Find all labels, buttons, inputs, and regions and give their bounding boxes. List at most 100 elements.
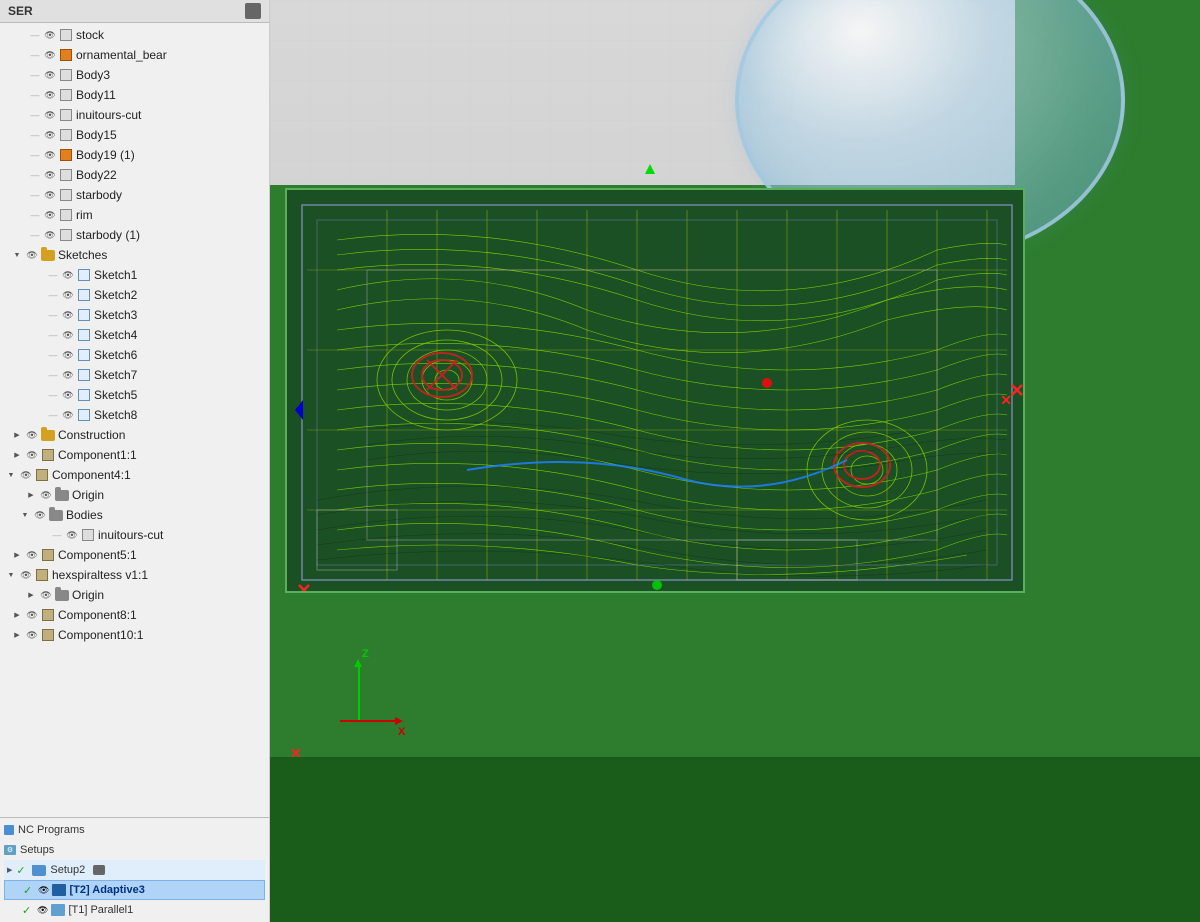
tree-item-sketch2[interactable]: Sketch2 (0, 285, 269, 305)
tree-item-sketch7[interactable]: Sketch7 (0, 365, 269, 385)
eye-sketches[interactable] (24, 247, 40, 263)
eye-sketch3[interactable] (60, 307, 76, 323)
tree-item-component4-1[interactable]: Component4:1 (0, 465, 269, 485)
tree-item-bodies[interactable]: Bodies (0, 505, 269, 525)
label-body11: Body11 (76, 88, 116, 102)
eye-sketch6[interactable] (60, 347, 76, 363)
expand-comp8[interactable] (10, 608, 24, 622)
icon-starbody (58, 187, 74, 203)
eye-hex[interactable] (18, 567, 34, 583)
adaptive3-row[interactable]: ✓ 👁 [T2] Adaptive3 (4, 880, 265, 900)
expand-hex[interactable] (4, 568, 18, 582)
eye-body22[interactable] (42, 167, 58, 183)
eye-construction[interactable] (24, 427, 40, 443)
eye-comp4[interactable] (18, 467, 34, 483)
tree-item-sketch4[interactable]: Sketch4 (0, 325, 269, 345)
tree-item-construction[interactable]: Construction (0, 425, 269, 445)
eye-starbody[interactable] (42, 187, 58, 203)
eye-ornamental[interactable] (42, 47, 58, 63)
expand-sketch5 (46, 388, 60, 402)
tree-item-inuitours-cut[interactable]: inuitours-cut (0, 105, 269, 125)
tree-item-rim[interactable]: rim (0, 205, 269, 225)
eye-body19[interactable] (42, 147, 58, 163)
expand-origin1[interactable] (24, 488, 38, 502)
expand-origin2[interactable] (24, 588, 38, 602)
panel-icon[interactable] (245, 3, 261, 19)
expand-construction[interactable] (10, 428, 24, 442)
tree-item-stock[interactable]: stock (0, 25, 269, 45)
expand-comp5[interactable] (10, 548, 24, 562)
tree-item-component10-1[interactable]: Component10:1 (0, 625, 269, 645)
eye-stock[interactable] (42, 27, 58, 43)
tree-item-origin2[interactable]: Origin (0, 585, 269, 605)
tree-item-inuitours-cut2[interactable]: inuitours-cut (0, 525, 269, 545)
label-inuitours: inuitours-cut (76, 108, 141, 122)
eye-comp8[interactable] (24, 607, 40, 623)
eye-sketch7[interactable] (60, 367, 76, 383)
eye-adaptive[interactable]: 👁 (38, 885, 49, 896)
tree-item-starbody[interactable]: starbody (0, 185, 269, 205)
expand-inuitours2 (50, 528, 64, 542)
viewport[interactable]: Z X ✕ ✕ (270, 0, 1200, 922)
eye-body11[interactable] (42, 87, 58, 103)
eye-comp1[interactable] (24, 447, 40, 463)
eye-origin2[interactable] (38, 587, 54, 603)
eye-sketch2[interactable] (60, 287, 76, 303)
tree-item-sketch8[interactable]: Sketch8 (0, 405, 269, 425)
setup2-row[interactable]: ▶ ✓ Setup2 (4, 860, 265, 880)
tree-item-starbody1[interactable]: starbody (1) (0, 225, 269, 245)
eye-sketch5[interactable] (60, 387, 76, 403)
tree-item-component1-1[interactable]: Component1:1 (0, 445, 269, 465)
setup2-expand[interactable]: ▶ (7, 866, 12, 874)
icon-comp5 (40, 547, 56, 563)
tree-item-body11[interactable]: Body11 (0, 85, 269, 105)
expand-ornamental (28, 48, 42, 62)
expand-bodies[interactable] (18, 508, 32, 522)
eye-rim[interactable] (42, 207, 58, 223)
tree-item-component5-1[interactable]: Component5:1 (0, 545, 269, 565)
label-comp1: Component1:1 (58, 448, 137, 462)
eye-sketch1[interactable] (60, 267, 76, 283)
expand-sketches[interactable] (10, 248, 24, 262)
tree-item-sketch1[interactable]: Sketch1 (0, 265, 269, 285)
eye-inuitours[interactable] (42, 107, 58, 123)
z-arrow (354, 659, 362, 667)
green-up-arrow (645, 164, 655, 174)
expand-comp4[interactable] (4, 468, 18, 482)
tree-item-body22[interactable]: Body22 (0, 165, 269, 185)
tree-item-sketch3[interactable]: Sketch3 (0, 305, 269, 325)
eye-sketch8[interactable] (60, 407, 76, 423)
tree-item-body19[interactable]: Body19 (1) (0, 145, 269, 165)
eye-bodies[interactable] (32, 507, 48, 523)
parallel1-row[interactable]: ✓ 👁 [T1] Parallel1 (4, 900, 265, 920)
icon-sketch2 (76, 287, 92, 303)
eye-sketch4[interactable] (60, 327, 76, 343)
icon-origin1 (54, 487, 70, 503)
nc-icon (4, 825, 14, 835)
tree-item-component8-1[interactable]: Component8:1 (0, 605, 269, 625)
eye-comp10[interactable] (24, 627, 40, 643)
tree-item-ornamental-bear[interactable]: ornamental_bear (0, 45, 269, 65)
tree-item-hexspiraltess[interactable]: hexspiraltess v1:1 (0, 565, 269, 585)
expand-comp1[interactable] (10, 448, 24, 462)
eye-body15[interactable] (42, 127, 58, 143)
icon-stock (58, 27, 74, 43)
eye-inuitours2[interactable] (64, 527, 80, 543)
eye-starbody1[interactable] (42, 227, 58, 243)
tree-item-sketch5[interactable]: Sketch5 (0, 385, 269, 405)
expand-body11 (28, 88, 42, 102)
tree-item-origin1[interactable]: Origin (0, 485, 269, 505)
eye-comp5[interactable] (24, 547, 40, 563)
tree-item-body3[interactable]: Body3 (0, 65, 269, 85)
z-axis-label: Z (362, 648, 369, 660)
tree-item-sketch6[interactable]: Sketch6 (0, 345, 269, 365)
icon-sketches-folder (40, 247, 56, 263)
eye-body3[interactable] (42, 67, 58, 83)
expand-comp10[interactable] (10, 628, 24, 642)
parallel1-label: [T1] Parallel1 (68, 904, 133, 916)
tree-item-sketches[interactable]: Sketches (0, 245, 269, 265)
tree-item-body15[interactable]: Body15 (0, 125, 269, 145)
eye-origin1[interactable] (38, 487, 54, 503)
expand-rim (28, 208, 42, 222)
eye-parallel[interactable]: 👁 (37, 905, 48, 916)
